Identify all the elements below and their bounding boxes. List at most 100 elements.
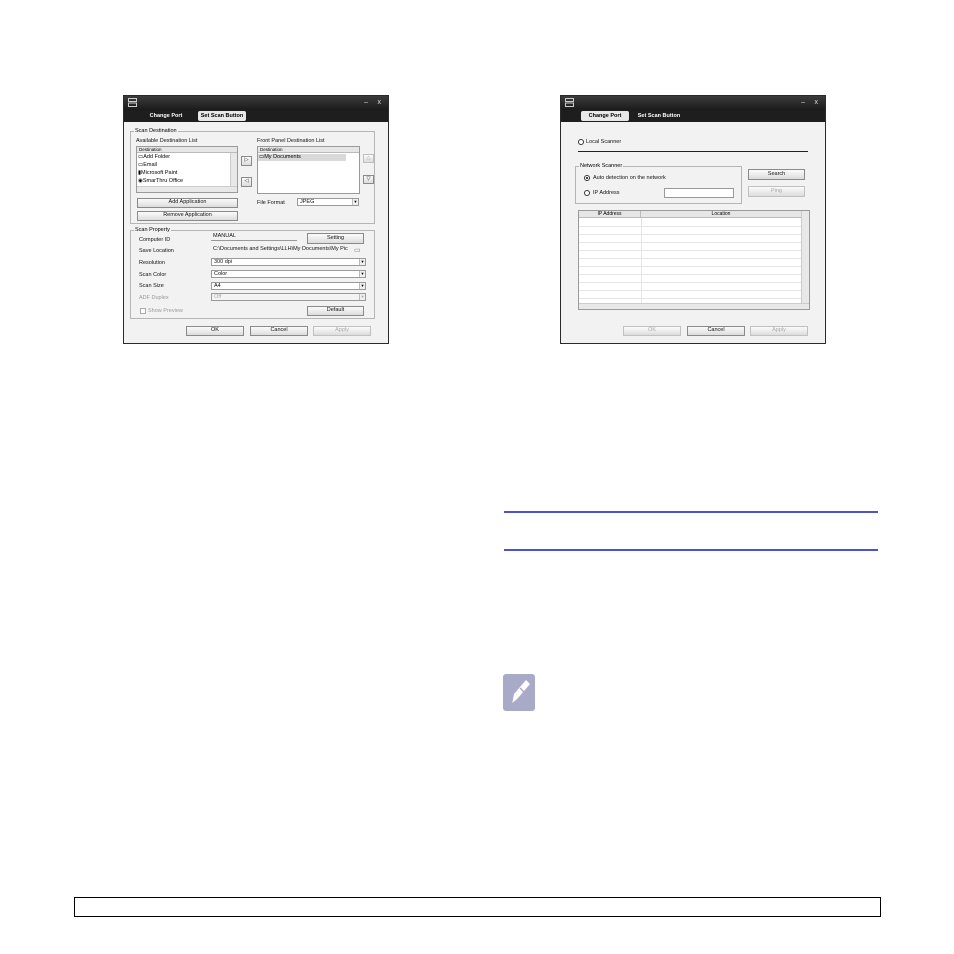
adf-duplex-label: ADF Duplex [139,295,169,301]
scan-size-select[interactable]: A4 ▼ [211,282,366,290]
move-right-button[interactable]: ▷ [241,156,252,166]
search-button[interactable]: Search [748,169,805,180]
list-item[interactable]: ▭Email [137,162,157,169]
move-left-button[interactable]: ◁ [241,177,252,187]
move-up-button[interactable]: △ [363,154,374,163]
local-scanner-label: Local Scanner [586,139,622,145]
minimize-icon[interactable]: – [801,97,805,109]
list-item[interactable]: ▭My Documents [258,154,346,161]
default-button[interactable]: Default [307,306,364,316]
title-bar[interactable]: – x [124,96,388,110]
local-scanner-radio[interactable] [578,139,584,145]
tab-set-scan-button[interactable]: Set Scan Button [198,111,246,121]
pen-icon [511,680,530,705]
close-icon[interactable]: x [378,97,382,109]
row-line [579,274,801,275]
list-item[interactable]: ◉SmarThru Office [137,178,183,185]
note-icon [503,674,535,711]
separator [578,151,808,152]
ip-address-input[interactable] [664,188,734,198]
chevron-down-icon: ▼ [359,283,365,289]
table-header: IP Address Location [579,211,801,218]
ip-address-label: IP Address [593,190,620,196]
front-list-title: Front Panel Destination List [257,138,325,144]
auto-detection-radio[interactable] [584,175,590,181]
row-line [579,290,801,291]
row-line [579,234,801,235]
right-dialog: – x Change Port Set Scan Button Local Sc… [560,95,826,344]
file-format-select[interactable]: JPEG ▼ [297,198,359,206]
resolution-select[interactable]: 300 dpi ▼ [211,258,366,266]
column-ip-address[interactable]: IP Address [579,211,641,218]
row-line [579,298,801,299]
network-scanner-group: Network Scanner [575,163,742,204]
browse-folder-icon[interactable]: ▭ [354,247,361,254]
save-location-label: Save Location [139,248,174,254]
scanner-icon [128,98,137,107]
file-format-label: File Format [257,200,285,206]
scan-size-label: Scan Size [139,283,164,289]
column-location[interactable]: Location [641,211,801,218]
row-line [579,226,801,227]
list-header[interactable]: Destination [258,147,359,153]
section-rule-bottom [504,549,878,551]
ok-button[interactable]: OK [186,326,244,336]
show-preview-checkbox[interactable] [140,308,146,314]
remove-application-button[interactable]: Remove Application [137,211,238,221]
cancel-button[interactable]: Cancel [250,326,308,336]
auto-detection-label: Auto detection on the network [593,175,666,181]
tab-change-port[interactable]: Change Port [144,111,188,121]
computer-id-input[interactable]: MANUAL [211,233,297,241]
list-item[interactable]: ▭Add Folder [137,154,170,161]
available-list-title: Available Destination List [136,138,198,144]
ok-button[interactable]: OK [623,326,681,336]
cancel-button[interactable]: Cancel [687,326,745,336]
section-rule-top [504,511,878,513]
tab-bar: Change Port Set Scan Button [124,110,388,122]
resolution-label: Resolution [139,260,165,266]
horizontal-scrollbar[interactable] [137,186,237,192]
list-item[interactable]: ▮Microsoft Paint [137,170,177,177]
front-panel-destination-list[interactable]: Destination ▭My Documents [257,146,360,194]
setting-button[interactable]: Setting [307,233,364,244]
apply-button[interactable]: Apply [313,326,371,336]
scanner-table[interactable]: IP Address Location [578,210,810,310]
column-divider [641,218,642,304]
title-bar[interactable]: – x [561,96,825,110]
row-line [579,258,801,259]
page-footer-box [74,897,881,917]
list-header[interactable]: Destination [137,147,237,153]
vertical-scrollbar[interactable] [801,211,809,303]
close-icon[interactable]: x [815,97,819,109]
group-title: Scan Property [134,227,171,234]
group-title: Scan Destination [134,128,178,135]
vertical-scrollbar[interactable] [230,153,237,186]
scan-color-select[interactable]: Color ▼ [211,270,366,278]
tab-set-scan-button[interactable]: Set Scan Button [635,111,683,121]
move-down-button[interactable]: ▽ [363,175,374,184]
tab-change-port[interactable]: Change Port [581,111,629,121]
left-dialog: – x Change Port Set Scan Button Scan Des… [123,95,389,344]
scan-color-label: Scan Color [139,272,167,278]
add-application-button[interactable]: Add Application [137,198,238,208]
chevron-down-icon: ▼ [359,259,365,265]
apply-button[interactable]: Apply [750,326,808,336]
row-line [579,266,801,267]
chevron-down-icon: ▼ [359,271,365,277]
show-preview-label: Show Preview [148,308,183,314]
save-location-input[interactable]: C:\Documents and Settings\LLH\My Documen… [211,246,351,254]
chevron-down-icon: ▼ [352,199,358,205]
ping-button[interactable]: Ping [748,186,805,197]
tab-bar: Change Port Set Scan Button [561,110,825,122]
horizontal-scrollbar[interactable] [579,303,809,309]
chevron-down-icon: ▼ [359,294,365,300]
available-destination-list[interactable]: Destination ▭Add Folder ▭Email ▮Microsof… [136,146,238,193]
row-line [579,250,801,251]
group-title: Network Scanner [579,163,624,170]
minimize-icon[interactable]: – [364,97,368,109]
scanner-icon [565,98,574,107]
computer-id-label: Computer ID [139,237,171,243]
ip-address-radio[interactable] [584,190,590,196]
row-line [579,282,801,283]
adf-duplex-select[interactable]: Off ▼ [211,293,366,301]
